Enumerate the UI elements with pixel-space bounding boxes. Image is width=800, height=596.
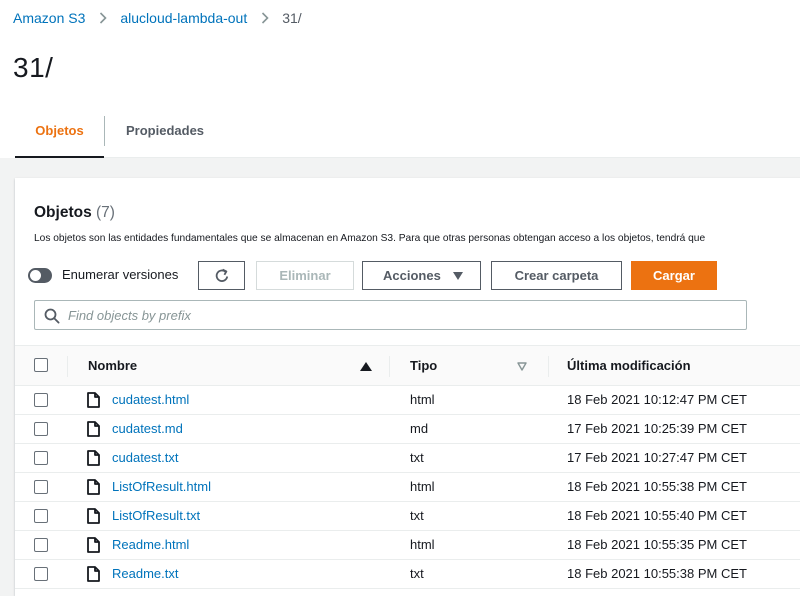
column-header-name[interactable]: Nombre [88, 358, 137, 373]
column-header-type[interactable]: Tipo [410, 358, 437, 373]
object-name-link[interactable]: cudatest.txt [112, 450, 178, 465]
object-modified: 17 Feb 2021 10:25:39 PM CET [567, 421, 747, 436]
object-modified: 17 Feb 2021 10:27:47 PM CET [567, 450, 747, 465]
row-checkbox[interactable] [34, 480, 48, 494]
page-header: Amazon S3 alucloud-lambda-out 31/ 31/ Ob… [0, 0, 800, 158]
table-row[interactable]: cudatest.html html 18 Feb 2021 10:12:47 … [15, 386, 800, 415]
search-icon [44, 308, 60, 324]
object-name-link[interactable]: Readme.html [112, 537, 189, 552]
table-row[interactable]: Readme.txt txt 18 Feb 2021 10:55:38 PM C… [15, 560, 800, 589]
breadcrumb-current: 31/ [282, 10, 302, 26]
object-modified: 18 Feb 2021 10:12:47 PM CET [567, 392, 747, 407]
upload-button[interactable]: Cargar [631, 261, 717, 290]
refresh-icon [215, 268, 228, 282]
object-modified: 18 Feb 2021 10:55:40 PM CET [567, 508, 747, 523]
object-modified: 18 Feb 2021 10:55:38 PM CET [567, 479, 747, 494]
object-type: txt [410, 508, 424, 523]
table-row[interactable]: ListOfResult.html html 18 Feb 2021 10:55… [15, 473, 800, 502]
panel-title: Objetos (7) [34, 204, 115, 222]
panel-title-text: Objetos [34, 204, 92, 221]
versions-toggle[interactable] [28, 268, 52, 283]
file-icon [87, 566, 100, 582]
row-checkbox[interactable] [34, 509, 48, 523]
object-name-link[interactable]: Readme.txt [112, 566, 178, 581]
search-input[interactable] [68, 302, 738, 328]
file-icon [87, 537, 100, 553]
chevron-right-icon [85, 12, 120, 24]
column-header-modified[interactable]: Última modificación [567, 358, 691, 373]
object-type: txt [410, 450, 424, 465]
row-checkbox[interactable] [34, 451, 48, 465]
toggle-knob [30, 270, 41, 281]
object-type: html [410, 479, 435, 494]
tabs-underline [104, 157, 800, 158]
delete-button[interactable]: Eliminar [256, 261, 354, 290]
panel-description: Los objetos son las entidades fundamenta… [34, 233, 706, 244]
object-type: txt [410, 566, 424, 581]
row-checkbox[interactable] [34, 538, 48, 552]
objects-table: Nombre Tipo Última modificación cudatest… [15, 345, 800, 589]
object-name-link[interactable]: ListOfResult.html [112, 479, 211, 494]
page-title: 31/ [13, 52, 54, 83]
versions-toggle-label: Enumerar versiones [62, 267, 179, 282]
tab-list: Objetos Propiedades [15, 114, 204, 158]
file-icon [87, 508, 100, 524]
refresh-button[interactable] [198, 261, 245, 290]
breadcrumb-bucket[interactable]: alucloud-lambda-out [120, 10, 247, 26]
caret-down-icon [453, 272, 463, 280]
table-row[interactable]: cudatest.txt txt 17 Feb 2021 10:27:47 PM… [15, 444, 800, 473]
actions-button[interactable]: Acciones [362, 261, 481, 290]
create-folder-button[interactable]: Crear carpeta [491, 261, 622, 290]
breadcrumb: Amazon S3 alucloud-lambda-out 31/ [13, 10, 302, 26]
sort-ascending-icon[interactable] [360, 362, 372, 371]
object-name-link[interactable]: cudatest.md [112, 421, 183, 436]
row-checkbox[interactable] [34, 422, 48, 436]
row-checkbox[interactable] [34, 393, 48, 407]
column-divider [67, 356, 68, 377]
file-icon [87, 392, 100, 408]
object-modified: 18 Feb 2021 10:55:38 PM CET [567, 566, 747, 581]
object-name-link[interactable]: cudatest.html [112, 392, 189, 407]
file-icon [87, 421, 100, 437]
table-row[interactable]: ListOfResult.txt txt 18 Feb 2021 10:55:4… [15, 502, 800, 531]
object-count: (7) [96, 204, 115, 221]
table-row[interactable]: cudatest.md md 17 Feb 2021 10:25:39 PM C… [15, 415, 800, 444]
object-type: md [410, 421, 429, 436]
breadcrumb-amazon-s3[interactable]: Amazon S3 [13, 10, 85, 26]
column-divider [389, 356, 390, 377]
tab-objetos[interactable]: Objetos [15, 114, 104, 158]
table-header: Nombre Tipo Última modificación [15, 345, 800, 386]
row-checkbox[interactable] [34, 567, 48, 581]
chevron-right-icon [247, 12, 282, 24]
file-icon [87, 450, 100, 466]
object-type: html [410, 392, 435, 407]
object-name-link[interactable]: ListOfResult.txt [112, 508, 200, 523]
tab-propiedades[interactable]: Propiedades [105, 114, 204, 158]
table-row[interactable]: Readme.html html 18 Feb 2021 10:55:35 PM… [15, 531, 800, 560]
objects-panel: Objetos (7) Los objetos son las entidade… [15, 178, 800, 596]
search-field[interactable] [34, 300, 747, 330]
select-all-checkbox[interactable] [34, 358, 48, 372]
actions-button-label: Acciones [383, 268, 441, 283]
column-divider [548, 356, 549, 377]
sort-icon[interactable] [517, 362, 527, 371]
toolbar: Enumerar versiones Eliminar Acciones Cre… [28, 261, 800, 290]
object-modified: 18 Feb 2021 10:55:35 PM CET [567, 537, 747, 552]
object-type: html [410, 537, 435, 552]
file-icon [87, 479, 100, 495]
